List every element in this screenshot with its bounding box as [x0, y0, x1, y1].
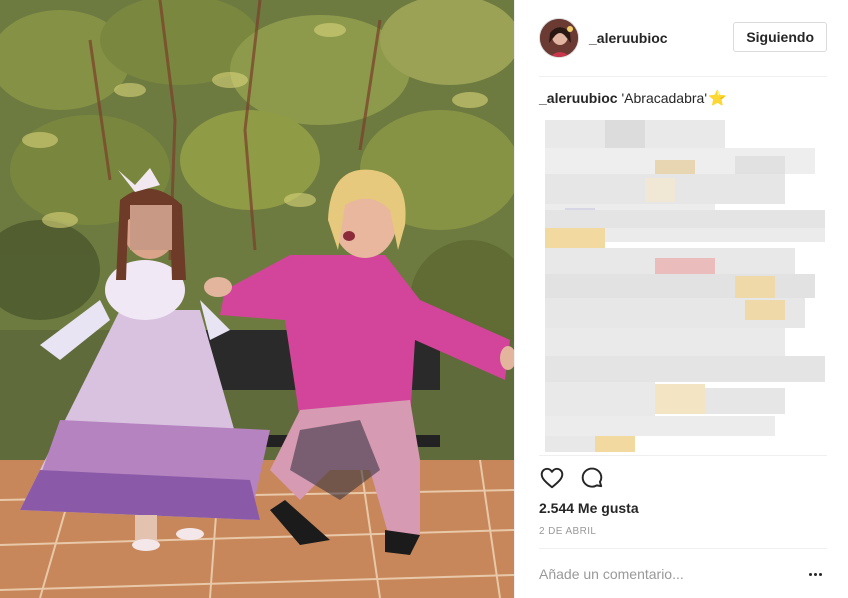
comments-divider — [539, 455, 827, 456]
heart-icon[interactable] — [539, 465, 565, 491]
caption-username[interactable]: _aleruubioc — [539, 90, 618, 106]
caption: _aleruubioc 'Abracadabra'⭐ — [539, 89, 827, 108]
avatar[interactable] — [539, 18, 579, 58]
post-photo[interactable] — [0, 0, 514, 598]
comment-input[interactable] — [539, 566, 803, 582]
more-options-icon[interactable] — [803, 564, 827, 584]
comment-form — [539, 560, 827, 588]
post-header: _aleruubioc Siguiendo — [539, 16, 827, 60]
username-link[interactable]: _aleruubioc — [589, 30, 668, 46]
post-sidebar: _aleruubioc Siguiendo _aleruubioc 'Abrac… — [514, 0, 848, 598]
pixelated-comments-image — [545, 118, 829, 452]
post-date: 2 DE ABRIL — [539, 526, 597, 537]
likes-count[interactable]: 2.544 Me gusta — [539, 500, 639, 516]
header-divider — [539, 76, 827, 77]
comment-divider — [539, 548, 827, 549]
star-emoji-icon: ⭐ — [708, 90, 727, 107]
post-actions — [539, 464, 619, 492]
comment-bubble-icon[interactable] — [579, 465, 605, 491]
following-button[interactable]: Siguiendo — [733, 22, 827, 52]
photo-image — [0, 0, 514, 598]
caption-text: 'Abracadabra' — [621, 90, 707, 106]
comments-pixelated — [545, 118, 829, 452]
